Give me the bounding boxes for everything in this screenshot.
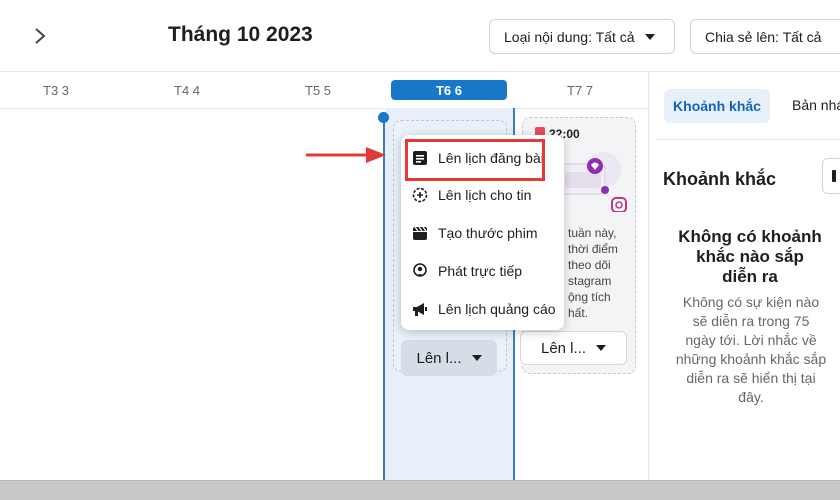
shared-to-filter[interactable]: Chia sẻ lên: Tất cả (690, 19, 840, 54)
column-divider (383, 117, 385, 480)
caret-down-icon (644, 33, 655, 40)
menu-item-label: Tạo thước phim (438, 225, 538, 241)
moments-heading: Khoảnh khắc (663, 169, 777, 189)
reel-icon (411, 224, 429, 242)
moments-action-button[interactable] (822, 158, 840, 194)
annotation-arrow-icon (306, 147, 386, 163)
day-header-t5[interactable]: T5 5 (305, 83, 331, 98)
horizontal-scrollbar[interactable] (0, 480, 840, 500)
menu-item-label: Lên lịch cho tin (438, 187, 532, 203)
divider (656, 139, 840, 140)
day-header-t4[interactable]: T4 4 (174, 83, 200, 98)
schedule-dropdown-button[interactable]: Lên l... (401, 340, 497, 376)
month-title: Tháng 10 2023 (168, 23, 313, 46)
menu-item-schedule-story[interactable]: Lên lịch cho tin (401, 176, 564, 214)
t7-schedule-dropdown-label: Lên l... (540, 339, 587, 357)
tab-moments[interactable]: Khoảnh khắc (664, 89, 770, 123)
caret-down-icon (596, 345, 607, 351)
day-header-t3[interactable]: T3 3 (43, 83, 69, 98)
menu-item-label: Phát trực tiếp (438, 263, 523, 279)
day-header-t6-active[interactable]: T6 6 (391, 80, 507, 100)
live-icon (411, 262, 429, 280)
caret-down-icon (471, 355, 482, 361)
empty-state-title: Không có khoảnh khắc nào sắp diễn ra (678, 227, 822, 286)
content-type-filter[interactable]: Loại nội dung: Tất cả (489, 19, 675, 54)
megaphone-icon (411, 300, 429, 318)
annotation-highlight-box (405, 139, 545, 181)
instagram-illustration-icon (560, 152, 627, 212)
schedule-dropdown-label: Lên l... (416, 349, 462, 367)
menu-item-label: Lên lịch quảng cáo (438, 301, 556, 317)
current-time-dot (378, 112, 389, 123)
menu-item-go-live[interactable]: Phát trực tiếp (401, 252, 564, 290)
story-icon (411, 186, 429, 204)
tab-drafts[interactable]: Bản nhá (792, 97, 840, 113)
empty-state-description: Không có sự kiện nào sẽ diễn ra trong 75… (675, 294, 827, 405)
suggestion-text: tuần này, thời điểm theo dõi stagram ộng… (568, 226, 618, 320)
day-header-t7[interactable]: T7 7 (567, 83, 593, 98)
menu-item-create-reel[interactable]: Tạo thước phim (401, 214, 564, 252)
week-day-headers: T3 3 T4 4 T5 5 T7 7 (0, 73, 648, 109)
content-type-filter-label: Loại nội dung: Tất cả (504, 28, 635, 45)
chevron-right-icon[interactable] (30, 24, 50, 48)
calendar-header: Tháng 10 2023 Loại nội dung: Tất cả Chia… (0, 0, 840, 72)
t7-schedule-dropdown-button[interactable]: Lên l... (520, 331, 627, 365)
menu-item-schedule-ad[interactable]: Lên lịch quảng cáo (401, 290, 564, 328)
shared-to-filter-label: Chia sẻ lên: Tất cả (705, 28, 822, 45)
